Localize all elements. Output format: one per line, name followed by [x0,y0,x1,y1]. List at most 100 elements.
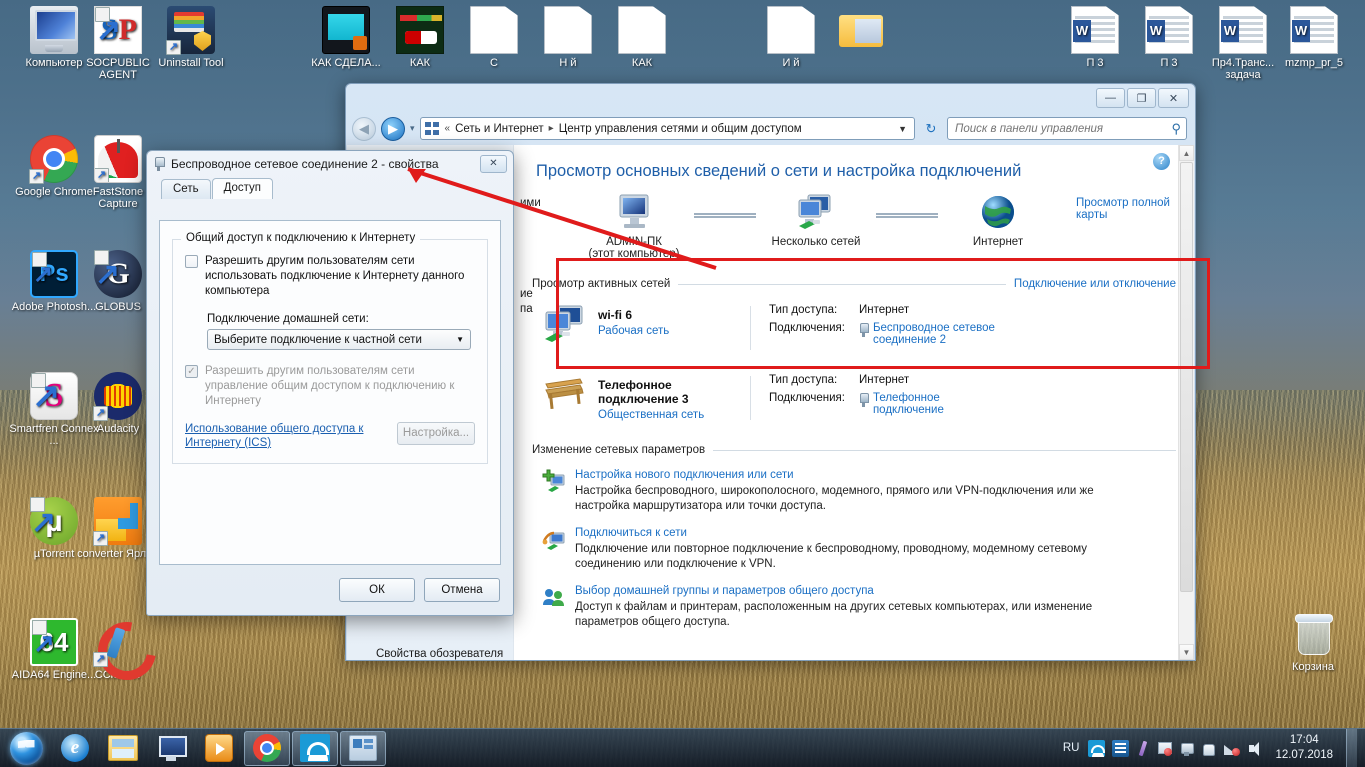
taskbar-wifi-manager[interactable] [292,730,338,766]
homegroup-desc: Доступ к файлам и принтерам, расположенн… [575,601,1093,628]
show-desktop-button[interactable] [1346,729,1357,767]
chrome-icon [253,734,281,762]
google-chrome-icon [29,135,78,184]
recent-pages-dropdown-icon[interactable]: ▾ [410,123,415,134]
network-node-label: Интернет [972,236,1024,248]
desktop-icon-folder-icon[interactable] [815,6,907,57]
refresh-icon[interactable]: ↻ [920,117,942,140]
allow-other-users-checkbox[interactable] [185,255,198,268]
back-button[interactable]: ◀ [352,116,376,141]
wifi-tray-icon[interactable] [1088,739,1106,757]
dialog-titlebar[interactable]: Беспроводное сетевое соединение 2 - свой… [147,151,513,177]
chevron-right-icon: ▸ [548,123,554,134]
window-controls[interactable]: — ❐ ✕ [1096,88,1189,108]
scrollbar-thumb[interactable] [1180,162,1193,592]
system-tray[interactable]: RU 17:04 12.07.2018 [1063,729,1365,767]
hand-tray-icon[interactable] [1201,740,1216,757]
allow-control-row[interactable]: ✓ Разрешить другим пользователям сети уп… [185,364,475,409]
shortcut-overlay-icon [93,531,108,546]
network-type-link[interactable]: Рабочая сеть [598,325,669,337]
home-network-combobox[interactable]: Выберите подключение к частной сети ▼ [207,329,471,350]
taskbar-remote-desktop[interactable] [148,731,194,766]
network-name: wi-fi 6 [598,308,633,322]
active-network-row[interactable]: Телефонное подключение 3 Общественная се… [542,374,1194,422]
homegroup-item[interactable]: Выбор домашней группы и параметров общег… [542,585,1194,630]
usb-safely-remove-icon[interactable] [1179,740,1195,757]
network-tray-icon[interactable] [1223,740,1241,757]
connection-link[interactable]: Беспроводное сетевое соединение 2 [859,322,1018,346]
volume-tray-icon[interactable] [1247,740,1264,757]
network-type-link[interactable]: Общественная сеть [598,409,750,421]
settings-button[interactable]: Настройка... [397,422,475,445]
taskbar-media-player[interactable] [196,731,242,766]
cancel-button[interactable]: Отмена [424,578,500,602]
search-box[interactable]: ⚲ [947,117,1187,140]
view-full-map-link[interactable]: Просмотр полной карты [1076,197,1194,260]
network-monitor-tray-icon[interactable] [1112,739,1130,757]
clock[interactable]: 17:04 12.07.2018 [1271,733,1333,763]
dialog-close-button[interactable]: ✕ [480,155,507,173]
forward-button[interactable]: ▶ [381,116,405,141]
homegroup-icon [542,585,566,609]
wireless-connection-properties-dialog[interactable]: Беспроводное сетевое соединение 2 - свой… [146,150,514,616]
breadcrumb-item-sharing-center[interactable]: Центр управления сетями и общим доступом [559,123,802,135]
desktop-icon-recycle-bin-icon[interactable]: Корзина [1267,610,1359,673]
homegroup-link[interactable]: Выбор домашней группы и параметров общег… [575,585,1110,597]
tab-network[interactable]: Сеть [161,179,211,199]
breadcrumb-item-network[interactable]: Сеть и Интернет [455,123,544,135]
word-document-icon: W [1145,6,1193,54]
chevron-down-icon[interactable]: ▼ [898,124,910,134]
vertical-scrollbar[interactable]: ▲ ▼ [1178,145,1194,660]
taskbar[interactable]: RU 17:04 12.07.2018 [0,728,1365,767]
taskbar-internet-explorer[interactable] [52,731,98,766]
connect-disconnect-link[interactable]: Подключение или отключение [1014,278,1176,290]
video-file-icon [322,6,370,54]
ics-help-link[interactable]: Использование общего доступа к Интернету… [185,422,385,450]
maximize-button[interactable]: ❐ [1127,88,1156,108]
network-node-internet[interactable]: Интернет [938,193,1058,248]
network-map[interactable]: ADMIN-ПК (этот компьютер) Несколько сете… [574,193,1058,260]
desktop-icon-document-icon[interactable]: КАК [596,6,688,69]
connect-to-network-item[interactable]: Подключиться к сети Подключение или повт… [542,527,1194,572]
allow-other-users-row[interactable]: Разрешить другим пользователям сети испо… [185,254,475,299]
network-node-computer[interactable]: ADMIN-ПК (этот компьютер) [574,193,694,260]
taskbar-control-panel[interactable] [340,730,386,766]
audacity-icon [93,372,142,421]
desktop-icon-ccleaner-icon[interactable]: CCleaner [72,618,164,681]
help-icon[interactable]: ? [1153,153,1170,170]
active-network-row[interactable]: wi-fi 6 Рабочая сеть Тип доступа: Подклю… [542,304,1194,352]
breadcrumb-root[interactable]: « [445,123,451,134]
network-node-multiple[interactable]: Несколько сетей [756,193,876,248]
scroll-up-arrow[interactable]: ▲ [1179,145,1194,161]
allow-other-users-label: Разрешить другим пользователям сети испо… [205,255,465,297]
allow-control-checkbox[interactable]: ✓ [185,365,198,378]
setup-new-connection-item[interactable]: Настройка нового подключения или сети На… [542,469,1194,514]
address-bar[interactable]: « Сеть и Интернет ▸ Центр управления сет… [419,117,915,140]
connection-link[interactable]: Телефонное подключение [859,392,973,416]
public-network-bench-icon [542,374,588,414]
search-input[interactable] [953,121,1172,136]
window-titlebar[interactable]: — ❐ ✕ [346,84,1195,113]
desktop-icon-label: Корзина [1292,661,1334,673]
connect-to-network-link[interactable]: Подключиться к сети [575,527,1110,539]
ok-button[interactable]: ОК [339,578,415,602]
taskbar-windows-explorer[interactable] [100,731,146,766]
pen-tray-icon[interactable] [1136,740,1149,757]
navigation-toolbar[interactable]: ◀ ▶ ▾ « Сеть и Интернет ▸ Центр управлен… [346,113,1195,144]
dialog-buttons[interactable]: ОК Отмена [339,578,500,602]
ics-link-row[interactable]: Использование общего доступа к Интернету… [185,422,475,450]
tab-sharing[interactable]: Доступ [211,178,274,199]
flag-action-center-icon[interactable] [1156,740,1173,757]
chevron-down-icon[interactable]: ▼ [456,335,464,344]
desktop-icon-word-document-icon[interactable]: Wmzmp_pr_5 [1268,6,1360,69]
computer-node-icon [574,193,694,233]
desktop-icon-uninstall-tool-icon[interactable]: Uninstall Tool [145,6,237,69]
dialog-tabstrip[interactable]: Сеть Доступ [147,177,513,199]
close-button[interactable]: ✕ [1158,88,1189,108]
start-button[interactable] [0,729,52,767]
language-indicator[interactable]: RU [1063,742,1080,754]
taskbar-google-chrome[interactable] [244,730,290,766]
minimize-button[interactable]: — [1096,88,1125,108]
setup-new-connection-link[interactable]: Настройка нового подключения или сети [575,469,1110,481]
scroll-down-arrow[interactable]: ▼ [1179,644,1194,660]
